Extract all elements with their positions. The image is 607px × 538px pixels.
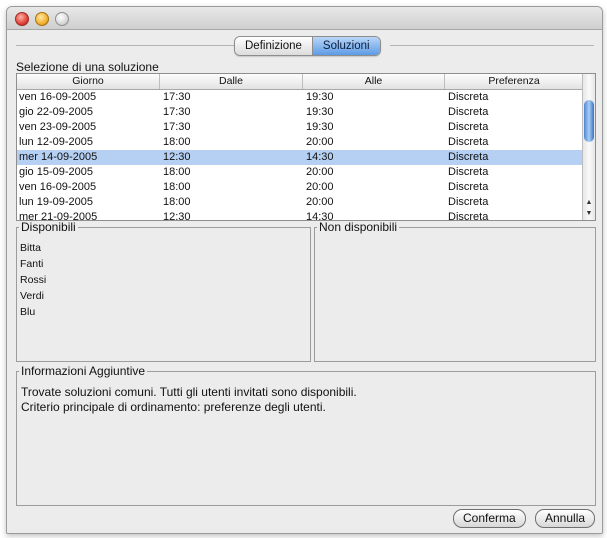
info-line: Trovate soluzioni comuni. Tutti gli uten… (21, 385, 357, 399)
cell-preferenza: Discreta (448, 196, 489, 208)
table-row[interactable]: ven 23-09-2005 17:30 19:30 Discreta (17, 120, 583, 135)
additional-info-title: Informazioni Aggiuntive (21, 364, 146, 378)
cell-dalle: 12:30 (163, 151, 191, 163)
cell-giorno: mer 14-09-2005 (19, 151, 98, 163)
cell-alle: 19:30 (306, 106, 334, 118)
list-item[interactable]: Bitta (20, 240, 310, 256)
tab-definizione[interactable]: Definizione (235, 37, 312, 55)
solutions-table: Giorno Dalle Alle Preferenza ven 16-09-2… (16, 73, 596, 221)
list-item[interactable]: Fanti (20, 256, 310, 272)
table-header: Giorno Dalle Alle Preferenza (17, 74, 583, 90)
tab-divider-right (390, 45, 594, 46)
cell-giorno: lun 12-09-2005 (19, 136, 94, 148)
title-bar (7, 7, 602, 30)
cell-preferenza: Discreta (448, 166, 489, 178)
column-header-preferenza[interactable]: Preferenza (445, 74, 583, 89)
unavailable-users-panel: Non disponibili (314, 220, 596, 362)
additional-info-text: Trovate soluzioni comuni. Tutti gli uten… (21, 385, 595, 415)
available-users-panel: Disponibili Bitta Fanti Rossi Verdi Blu (16, 220, 311, 362)
cell-preferenza: Discreta (448, 121, 489, 133)
cell-alle: 19:30 (306, 91, 334, 103)
table-row[interactable]: gio 15-09-2005 18:00 20:00 Discreta (17, 165, 583, 180)
cell-giorno: gio 15-09-2005 (19, 166, 94, 178)
tab-divider-left (16, 45, 234, 46)
cell-dalle: 18:00 (163, 181, 191, 193)
info-line: Criterio principale di ordinamento: pref… (21, 400, 326, 414)
scrollbar-thumb[interactable] (584, 100, 594, 142)
cell-preferenza: Discreta (448, 151, 489, 163)
table-row[interactable]: lun 19-09-2005 18:00 20:00 Discreta (17, 195, 583, 210)
cell-dalle: 17:30 (163, 121, 191, 133)
table-row[interactable]: gio 22-09-2005 17:30 19:30 Discreta (17, 105, 583, 120)
cell-giorno: ven 16-09-2005 (19, 91, 97, 103)
cell-alle: 14:30 (306, 151, 334, 163)
list-item[interactable]: Blu (20, 304, 310, 320)
available-users-list: Bitta Fanti Rossi Verdi Blu (20, 240, 310, 320)
app-window: Definizione Soluzioni Selezione di una s… (6, 6, 603, 534)
cell-dalle: 17:30 (163, 106, 191, 118)
cell-giorno: ven 16-09-2005 (19, 181, 97, 193)
cell-alle: 20:00 (306, 196, 334, 208)
table-row-selected[interactable]: mer 14-09-2005 12:30 14:30 Discreta (17, 150, 583, 165)
table-row[interactable]: lun 12-09-2005 18:00 20:00 Discreta (17, 135, 583, 150)
cell-giorno: gio 22-09-2005 (19, 106, 94, 118)
cell-dalle: 18:00 (163, 166, 191, 178)
table-row[interactable]: ven 16-09-2005 17:30 19:30 Discreta (17, 90, 583, 105)
minimize-window-button[interactable] (35, 12, 49, 26)
additional-info-panel: Informazioni Aggiuntive Trovate soluzion… (16, 364, 596, 506)
list-item[interactable]: Rossi (20, 272, 310, 288)
cell-preferenza: Discreta (448, 91, 489, 103)
available-users-title: Disponibili (21, 220, 76, 234)
cell-preferenza: Discreta (448, 106, 489, 118)
column-header-giorno[interactable]: Giorno (17, 74, 160, 89)
cell-preferenza: Discreta (448, 136, 489, 148)
cell-alle: 19:30 (306, 121, 334, 133)
cell-giorno: ven 23-09-2005 (19, 121, 97, 133)
cell-giorno: lun 19-09-2005 (19, 196, 94, 208)
close-window-button[interactable] (15, 12, 29, 26)
unavailable-users-title: Non disponibili (319, 220, 398, 234)
tab-bar: Definizione Soluzioni (234, 36, 381, 56)
cancel-button[interactable]: Annulla (535, 509, 596, 528)
table-scrollbar[interactable]: ▲ ▼ (582, 74, 595, 220)
column-header-dalle[interactable]: Dalle (160, 74, 303, 89)
tab-soluzioni[interactable]: Soluzioni (311, 37, 380, 55)
table-body: ven 16-09-2005 17:30 19:30 Discreta gio … (17, 90, 583, 220)
table-row[interactable]: ven 16-09-2005 18:00 20:00 Discreta (17, 180, 583, 195)
zoom-window-button[interactable] (55, 12, 69, 26)
confirm-button[interactable]: Conferma (453, 509, 526, 528)
cell-preferenza: Discreta (448, 181, 489, 193)
cell-dalle: 18:00 (163, 196, 191, 208)
cell-dalle: 18:00 (163, 136, 191, 148)
cell-alle: 20:00 (306, 166, 334, 178)
list-item[interactable]: Verdi (20, 288, 310, 304)
selection-label: Selezione di una soluzione (16, 60, 159, 74)
cell-dalle: 17:30 (163, 91, 191, 103)
column-header-alle[interactable]: Alle (303, 74, 445, 89)
cell-alle: 20:00 (306, 181, 334, 193)
scroll-down-arrow-icon[interactable]: ▼ (583, 208, 595, 219)
cell-alle: 20:00 (306, 136, 334, 148)
scroll-up-arrow-icon[interactable]: ▲ (583, 197, 595, 208)
